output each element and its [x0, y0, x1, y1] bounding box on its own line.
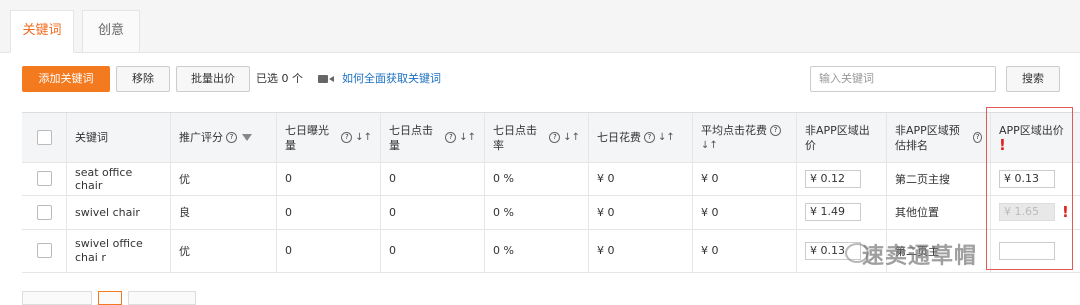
help-link[interactable]: 如何全面获取关键词 — [342, 66, 441, 92]
add-keyword-button[interactable]: 添加关键词 — [22, 66, 110, 92]
search-input[interactable]: 输入关键词 — [810, 66, 996, 92]
sort-icon[interactable]: ↓↑ — [563, 130, 580, 145]
video-icon — [318, 75, 334, 83]
tab-keywords[interactable]: 关键词 — [10, 10, 74, 53]
app-bid-highlight-box — [986, 107, 1073, 270]
tab-creative[interactable]: 创意 — [82, 10, 140, 52]
col-spend-label: 七日花费 — [597, 131, 641, 144]
row-checkbox[interactable] — [36, 243, 52, 258]
sort-icon[interactable]: ↓↑ — [701, 138, 788, 153]
col-keyword-label: 关键词 — [75, 131, 108, 144]
nonapp-bid-input[interactable]: ¥ 1.49 — [805, 203, 861, 221]
table-header: 关键词 推广评分? 七日曝光量? ↓↑ 七日点击量? ↓↑ 七日点击率? ↓↑ 七日花… — [22, 113, 1080, 163]
col-ctr: 七日点击率? ↓↑ — [484, 113, 588, 162]
ctr-cell: 0 % — [484, 162, 588, 195]
keyword-table: 关键词 推广评分? 七日曝光量? ↓↑ 七日点击量? ↓↑ 七日点击率? ↓↑ 七日花… — [22, 112, 1080, 273]
help-icon[interactable]: ? — [973, 132, 982, 143]
col-avg-cpc-label: 平均点击花费 — [701, 123, 767, 137]
col-score: 推广评分? — [170, 113, 276, 162]
impressions-cell: 0 — [276, 162, 380, 195]
help-icon[interactable]: ? — [549, 132, 561, 143]
remove-button[interactable]: 移除 — [116, 66, 170, 92]
col-rank-label: 非APP区域预估排名 — [895, 123, 960, 152]
rank-cell: 第二页主搜 — [886, 162, 990, 195]
table-row: swivel chair 良 0 0 0 % ¥ 0 ¥ 0 ¥ 1.49 其他… — [22, 195, 1080, 230]
rank-cell: 其他位置 — [886, 195, 990, 229]
row-checkbox[interactable] — [36, 204, 52, 220]
clicks-cell: 0 — [380, 195, 484, 229]
row-select-cell — [22, 229, 66, 272]
keyword-cell: seat office chair — [66, 162, 170, 195]
page-1-button[interactable] — [98, 291, 122, 305]
row-select-cell — [22, 195, 66, 229]
col-rank: 非APP区域预估排名? — [886, 113, 990, 162]
spend-cell: ¥ 0 — [588, 195, 692, 229]
impressions-cell: 0 — [276, 195, 380, 229]
sort-icon[interactable]: ↓↑ — [355, 130, 372, 145]
spend-cell: ¥ 0 — [588, 229, 692, 272]
score-cell: 优 — [170, 229, 276, 272]
keyword-cell: swivel chair — [66, 195, 170, 229]
filter-icon[interactable] — [242, 134, 252, 141]
help-icon[interactable]: ? — [226, 132, 237, 143]
row-checkbox[interactable] — [36, 171, 52, 186]
help-icon[interactable]: ? — [445, 132, 457, 143]
toolbar: 添加关键词 移除 批量出价 已选 0 个 如何全面获取关键词 输入关键词 搜索 — [0, 66, 1080, 94]
col-keyword: 关键词 — [66, 113, 170, 162]
col-score-label: 推广评分 — [179, 131, 223, 144]
avg-cpc-cell: ¥ 0 — [692, 195, 796, 229]
impressions-cell: 0 — [276, 229, 380, 272]
help-icon[interactable]: ? — [341, 132, 353, 143]
ctr-cell: 0 % — [484, 195, 588, 229]
select-all-checkbox[interactable] — [36, 130, 52, 145]
help-icon[interactable]: ? — [770, 124, 781, 136]
select-all-cell — [22, 113, 66, 162]
clicks-cell: 0 — [380, 229, 484, 272]
score-cell: 优 — [170, 162, 276, 195]
col-avg-cpc: 平均点击花费? ↓↑ — [692, 113, 796, 162]
keyword-cell: swivel office chai r — [66, 229, 170, 272]
col-clicks: 七日点击量? ↓↑ — [380, 113, 484, 162]
selected-count: 已选 0 个 — [256, 72, 303, 85]
col-impressions: 七日曝光量? ↓↑ — [276, 113, 380, 162]
col-spend: 七日花费? ↓↑ — [588, 113, 692, 162]
table-row: seat office chair 优 0 0 0 % ¥ 0 ¥ 0 ¥ 0.… — [22, 162, 1080, 196]
col-impressions-label: 七日曝光量 — [285, 123, 329, 152]
nonapp-bid-input[interactable]: ¥ 0.12 — [805, 169, 861, 188]
col-nonapp-bid: 非APP区域出价 — [796, 113, 886, 162]
ctr-cell: 0 % — [484, 229, 588, 272]
score-cell: 良 — [170, 195, 276, 229]
prev-page-button[interactable] — [22, 291, 92, 305]
help-icon[interactable]: ? — [644, 132, 655, 143]
spend-cell: ¥ 0 — [588, 162, 692, 195]
sort-icon[interactable]: ↓↑ — [658, 130, 675, 145]
sort-icon[interactable]: ↓↑ — [459, 130, 476, 145]
avg-cpc-cell: ¥ 0 — [692, 229, 796, 272]
avg-cpc-cell: ¥ 0 — [692, 162, 796, 195]
nonapp-bid-cell: ¥ 0.12 — [796, 162, 886, 195]
search-button[interactable]: 搜索 — [1006, 66, 1060, 92]
col-nonapp-bid-label: 非APP区域出价 — [805, 123, 870, 152]
row-select-cell — [22, 162, 66, 195]
col-ctr-label: 七日点击率 — [493, 123, 537, 152]
watermark: 速卖通草帽 — [862, 244, 978, 269]
tab-bar: 关键词 创意 — [0, 0, 1080, 53]
clicks-cell: 0 — [380, 162, 484, 195]
next-page-button[interactable] — [128, 291, 196, 305]
bulk-bid-button[interactable]: 批量出价 — [176, 66, 250, 92]
nonapp-bid-cell: ¥ 1.49 — [796, 195, 886, 229]
col-clicks-label: 七日点击量 — [389, 123, 433, 152]
